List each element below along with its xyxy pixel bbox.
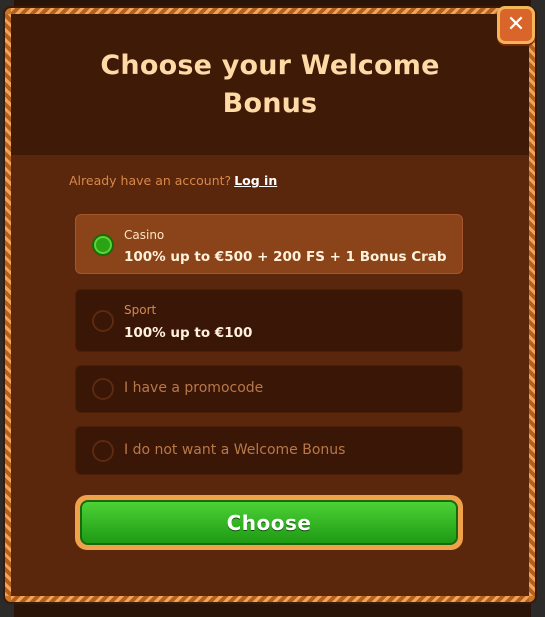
radio-sport[interactable] bbox=[92, 310, 114, 332]
option-casino[interactable]: Casino 100% up to €500 + 200 FS + 1 Bonu… bbox=[75, 214, 463, 274]
choose-button[interactable]: Choose bbox=[80, 500, 458, 545]
option-promocode[interactable]: I have a promocode bbox=[75, 365, 463, 413]
frame-decoration-bottom bbox=[11, 596, 529, 602]
option-promocode-label: I have a promocode bbox=[124, 380, 264, 396]
frame-decoration-right bbox=[529, 14, 535, 596]
choose-button-frame: Choose bbox=[75, 495, 463, 550]
option-casino-value: 100% up to €500 + 200 FS + 1 Bonus Crab bbox=[124, 249, 447, 265]
login-link[interactable]: Log in bbox=[234, 173, 277, 188]
close-icon: ✕ bbox=[506, 12, 526, 37]
option-sport-label: Sport bbox=[124, 303, 157, 317]
radio-no-bonus[interactable] bbox=[92, 440, 114, 462]
close-button[interactable]: ✕ bbox=[497, 6, 535, 44]
radio-casino[interactable] bbox=[92, 234, 114, 256]
option-sport-value: 100% up to €100 bbox=[124, 325, 253, 341]
option-casino-label: Casino bbox=[124, 228, 165, 242]
radio-promocode[interactable] bbox=[92, 378, 114, 400]
login-prompt: Already have an account? Log in bbox=[69, 173, 277, 188]
login-prompt-text: Already have an account? bbox=[69, 173, 232, 188]
modal-header: Choose your Welcome Bonus bbox=[11, 14, 529, 155]
modal-title: Choose your Welcome Bonus bbox=[100, 49, 440, 119]
option-sport[interactable]: Sport 100% up to €100 bbox=[75, 289, 463, 352]
option-no-bonus-label: I do not want a Welcome Bonus bbox=[124, 442, 346, 458]
option-no-bonus[interactable]: I do not want a Welcome Bonus bbox=[75, 426, 463, 475]
